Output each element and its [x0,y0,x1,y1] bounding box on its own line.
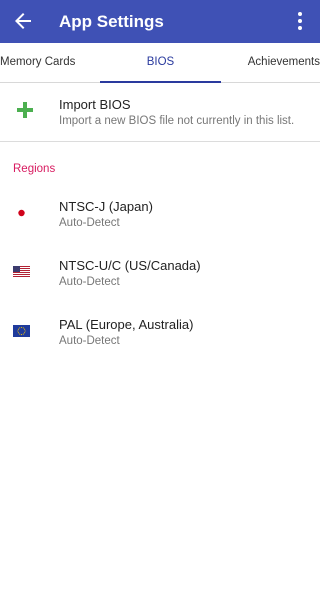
app-bar: App Settings [0,0,320,43]
page-title: App Settings [59,12,164,31]
tab-bios[interactable]: BIOS [100,43,221,82]
region-title: NTSC-U/C (US/Canada) [59,258,201,273]
japan-flag-icon [13,206,30,219]
tab-bar: Memory Cards BIOS Achievements [0,43,320,83]
regions-section-header: Regions [13,163,56,175]
tab-achievements[interactable]: Achievements [248,43,320,82]
region-subtitle: Auto-Detect [59,335,120,347]
region-subtitle: Auto-Detect [59,276,120,288]
import-bios-item[interactable]: Import BIOS Import a new BIOS file not c… [0,83,320,142]
us-flag-icon [13,265,30,278]
region-title: NTSC-J (Japan) [59,199,153,214]
more-options-icon[interactable] [288,9,312,33]
import-bios-title: Import BIOS [59,97,131,112]
region-item-ntsc-j[interactable]: NTSC-J (Japan) Auto-Detect [0,190,320,248]
region-item-ntsc-uc[interactable]: NTSC-U/C (US/Canada) Auto-Detect [0,249,320,307]
region-title: PAL (Europe, Australia) [59,317,194,332]
eu-flag-icon [13,324,30,337]
region-item-pal[interactable]: PAL (Europe, Australia) Auto-Detect [0,308,320,366]
tab-memory-cards[interactable]: Memory Cards [0,43,75,82]
app-settings-screen: App Settings Memory Cards BIOS Achieveme… [0,0,320,600]
import-bios-subtitle: Import a new BIOS file not currently in … [59,115,295,127]
plus-icon [17,102,33,118]
back-icon[interactable] [11,9,35,33]
region-subtitle: Auto-Detect [59,217,120,229]
